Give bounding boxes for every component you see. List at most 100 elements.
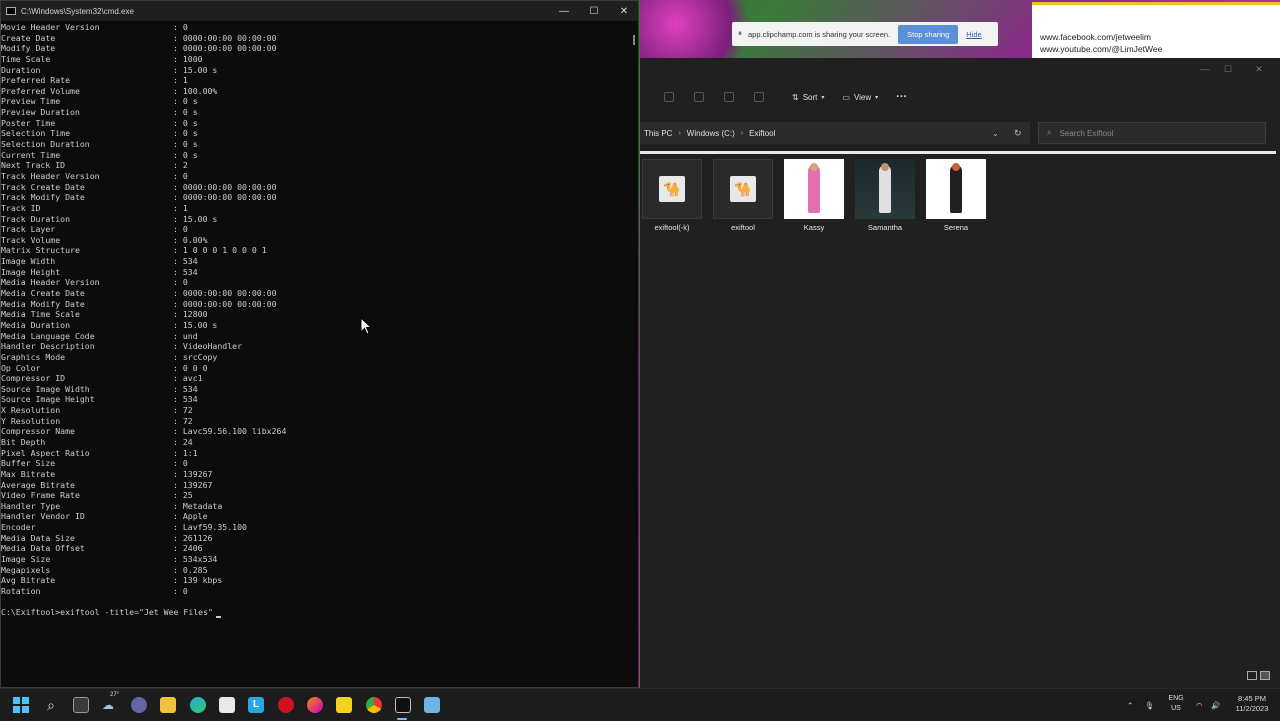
mouse-pointer-icon [360,317,372,335]
stop-sharing-button[interactable]: Stop sharing [898,24,959,44]
region-code: US [1171,705,1181,712]
paste-icon[interactable] [664,92,674,102]
chevron-down-icon: ▾ [875,94,879,101]
terminal-line: Preferred Rate: 1 [1,75,626,86]
file-item-samantha[interactable]: Samantha [853,159,917,232]
details-view-icon[interactable] [1247,671,1257,680]
wifi-icon[interactable]: ◠ [1196,689,1203,721]
tag-name: Track ID [1,202,41,213]
firefox-icon[interactable] [307,697,323,713]
view-button[interactable]: ▭ View ▾ [842,93,878,102]
taskbar: ⌕ ☁ 27° L ⌃ 🎙 ENG US ◠ 🔊 8:45 PM 11/2/20… [0,688,1280,720]
terminal-line: Media Duration: 15.00 s [1,320,626,331]
breadcrumb-exiftool[interactable]: Exiftool [749,129,775,138]
terminal-line: Selection Duration: 0 s [1,139,626,150]
cmd-titlebar[interactable]: C:\Windows\System32\cmd.exe — ☐ ✕ [1,1,638,21]
file-item-serena[interactable]: Serena [924,159,988,232]
samantha-thumbnail [855,159,915,219]
refresh-icon[interactable]: ↻ [1014,128,1022,139]
terminal-line: Preview Duration: 0 s [1,107,626,118]
sort-button[interactable]: ⇅ Sort ▾ [792,93,824,102]
close-button[interactable]: ✕ [1244,60,1274,78]
weather-icon[interactable]: ☁ [102,697,118,713]
tag-name: Track Header Version [1,170,100,181]
minimize-button[interactable]: — [549,1,579,21]
camel-icon: 🐪 [730,176,756,202]
terminal-line: Track Layer: 0 [1,224,626,235]
tag-value: : 534x534 [173,554,218,565]
chat-icon[interactable] [131,697,147,713]
store-icon[interactable] [219,697,235,713]
tag-value: : 534 [173,266,198,277]
tag-value: : 2406 [173,543,203,554]
terminal-line: Track Create Date: 0000:00:00 00:00:00 [1,182,626,193]
tag-value: : 534 [173,383,198,394]
tag-value: : Metadata [173,500,223,511]
terminal-line: Average Bitrate: 139267 [1,480,626,491]
file-explorer-icon[interactable] [160,697,176,713]
command-prompt-window[interactable]: C:\Windows\System32\cmd.exe — ☐ ✕ Movie … [0,0,639,688]
clock[interactable]: 8:45 PM 11/2/2023 [1228,694,1276,714]
hide-link[interactable]: Hide [966,30,981,39]
tag-name: Selection Time [1,128,71,139]
file-name: Kassy [803,223,825,232]
file-explorer-window[interactable]: — ☐ ✕ ⇅ Sort ▾ ▭ View ▾ ··· This PC › Wi… [640,58,1280,688]
edge-icon[interactable] [190,697,206,713]
search-icon[interactable]: ⌕ [43,697,59,713]
divider [640,151,1276,154]
terminal-line: Media Data Offset: 2406 [1,543,626,554]
microphone-icon[interactable]: 🎙 [1145,689,1155,721]
maximize-button[interactable]: ☐ [579,1,609,21]
terminal-line: Media Header Version: 0 [1,277,626,288]
start-button[interactable] [13,697,29,713]
opera-icon[interactable] [278,697,294,713]
sticky-notes-icon[interactable] [336,697,352,713]
show-hidden-icons[interactable]: ⌃ [1127,689,1133,721]
file-item-kassy[interactable]: Kassy [782,159,846,232]
scrollbar[interactable] [633,35,635,45]
search-input[interactable]: ⌕ Search Exiftool [1038,122,1266,144]
tag-value: : Lavc59.56.100 libx264 [173,426,287,437]
tag-value: : 0000:00:00 00:00:00 [173,181,277,192]
tag-name: Image Width [1,256,56,267]
maximize-button[interactable]: ☐ [1213,60,1243,78]
terminal-line: Media Time Scale: 12800 [1,309,626,320]
sort-label: Sort [802,92,818,102]
tag-name: Image Height [1,266,61,277]
address-bar[interactable]: This PC › Windows (C:) › Exiftool ⌄ ↻ [640,122,1030,144]
tag-name: Avg Bitrate [1,575,56,586]
rename-icon[interactable] [694,92,704,102]
person-figure [950,163,962,213]
tag-name: Media Data Size [1,532,75,543]
explorer-titlebar[interactable]: — ☐ ✕ [640,58,1280,80]
close-button[interactable]: ✕ [609,1,639,21]
task-view-icon[interactable] [73,697,89,713]
address-dropdown-icon[interactable]: ⌄ [992,129,999,138]
more-options-button[interactable]: ··· [896,91,907,103]
tag-name: Media Modify Date [1,298,85,309]
volume-icon[interactable]: 🔊 [1211,689,1220,721]
terminal-icon[interactable] [395,697,411,713]
chrome-icon[interactable] [366,697,382,713]
tag-name: Handler Type [1,500,61,511]
terminal-line: Preview Time: 0 s [1,96,626,107]
delete-icon[interactable] [754,92,764,102]
large-icons-view-icon[interactable] [1260,671,1270,680]
breadcrumb-windows-c[interactable]: Windows (C:) [687,129,735,138]
tag-value: : 1 [173,75,188,86]
file-item-exiftool-k[interactable]: 🐪 exiftool(-k) [640,159,704,232]
tag-name: Buffer Size [1,458,56,469]
notepad-icon[interactable] [424,697,440,713]
tag-value: : 0 [173,585,188,596]
terminal-output[interactable]: Movie Header Version: 0 Create Date: 0000… [1,22,626,682]
language-code: ENG [1168,695,1184,702]
app-l-icon[interactable]: L [248,697,264,713]
tag-name: Selection Duration [1,139,90,150]
file-item-exiftool[interactable]: 🐪 exiftool [711,159,775,232]
share-icon[interactable] [724,92,734,102]
file-name: exiftool(-k) [654,223,690,232]
language-indicator[interactable]: ENG US [1166,694,1186,714]
breadcrumb-this-pc[interactable]: This PC [644,129,672,138]
terminal-line: Handler Description: VideoHandler [1,341,626,352]
tag-name: Create Date [1,32,56,43]
